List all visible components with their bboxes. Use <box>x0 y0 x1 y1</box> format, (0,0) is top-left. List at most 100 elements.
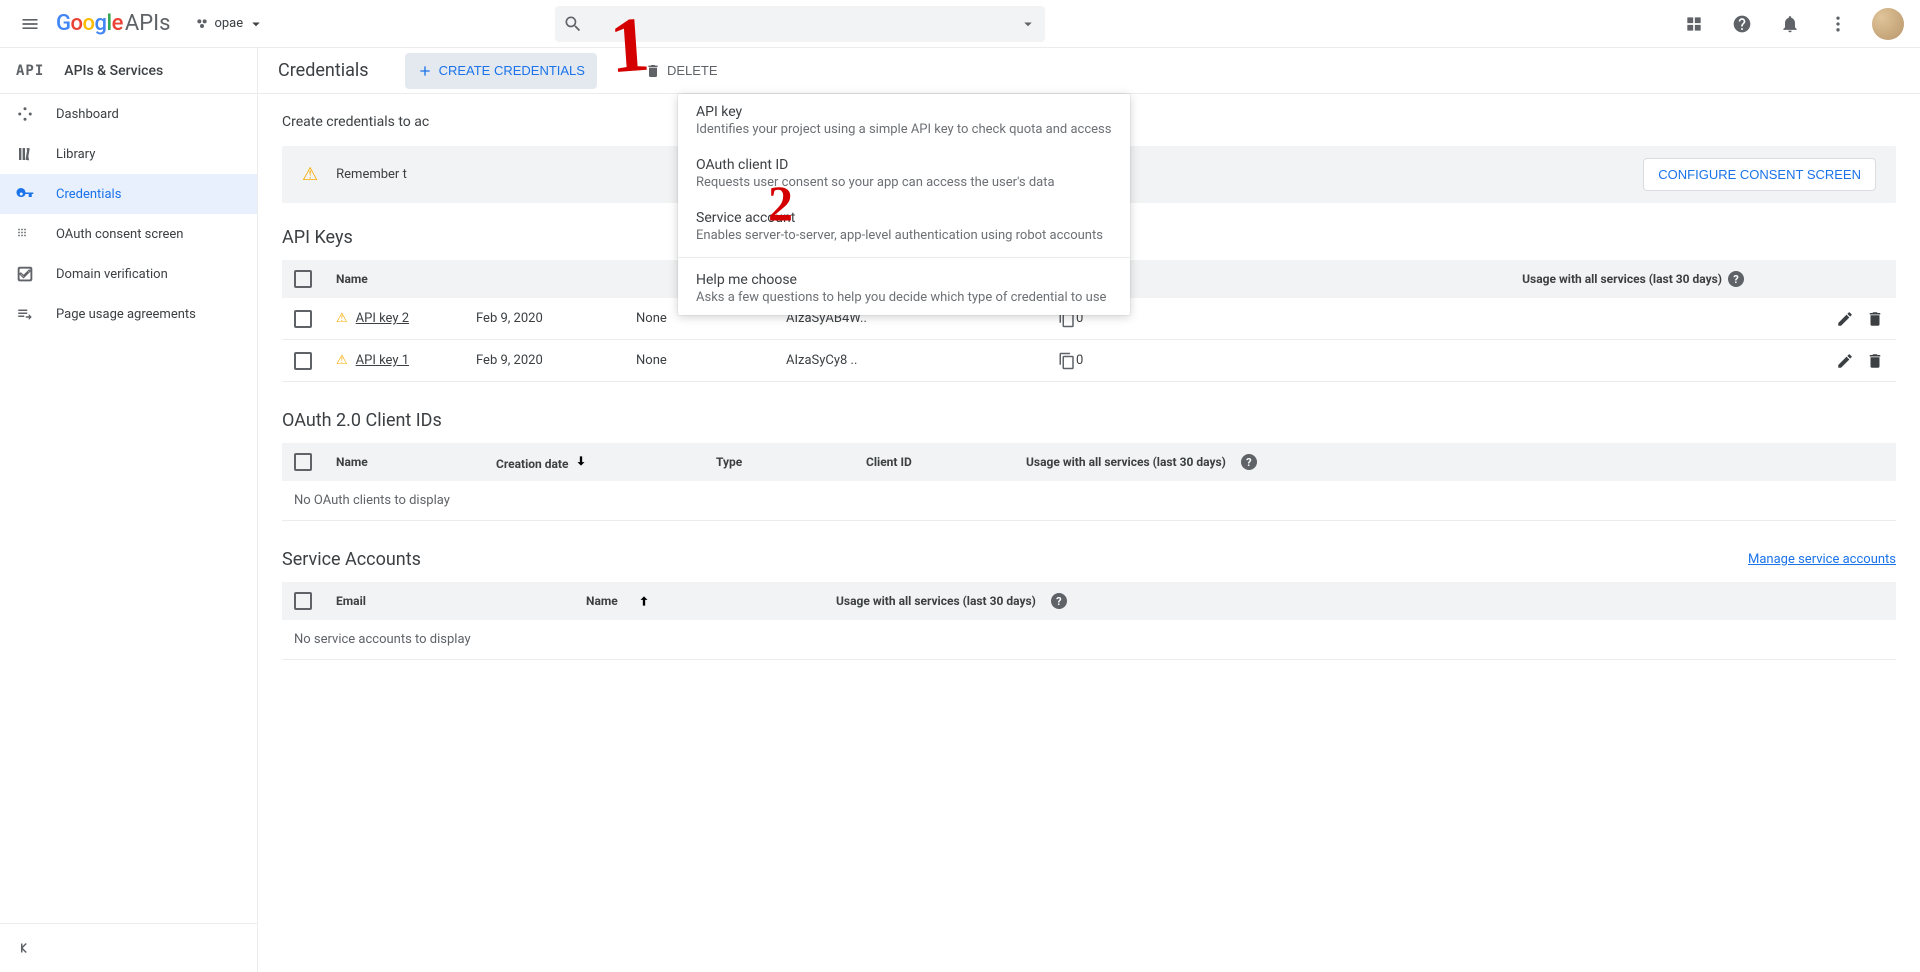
dropdown-arrow-icon <box>247 15 265 33</box>
api-key-usage: 0 <box>1076 353 1083 368</box>
api-key-date: Feb 9, 2020 <box>476 311 636 326</box>
col-email-header[interactable]: Email <box>336 594 586 608</box>
sidebar-item-dashboard[interactable]: Dashboard <box>0 94 257 134</box>
sidebar-title[interactable]: API APIs & Services <box>0 48 257 94</box>
create-credentials-dropdown: API key Identifies your project using a … <box>678 94 1130 315</box>
dropdown-item-desc: Enables server-to-server, app-level auth… <box>696 228 1112 243</box>
sidebar-item-label: Domain verification <box>56 267 168 282</box>
dropdown-item-service-account[interactable]: Service account Enables server-to-server… <box>678 200 1130 253</box>
row-checkbox[interactable] <box>294 352 312 370</box>
help-tooltip-icon[interactable]: ? <box>1241 454 1257 470</box>
sidebar-item-credentials[interactable]: Credentials <box>0 174 257 214</box>
api-key-name-link[interactable]: API key 1 <box>356 353 409 368</box>
verified-icon <box>16 265 34 283</box>
dropdown-item-title: OAuth client ID <box>696 157 1112 173</box>
help-tooltip-icon[interactable]: ? <box>1051 593 1067 609</box>
gift-button[interactable] <box>1672 2 1716 46</box>
google-wordmark: Google <box>56 11 123 36</box>
api-key-value: AIzaSyCy8 .. <box>786 353 857 368</box>
col-name-header[interactable]: Name <box>586 594 836 608</box>
api-key-date: Feb 9, 2020 <box>476 353 636 368</box>
sidebar-item-label: Credentials <box>56 187 121 202</box>
delete-icon[interactable] <box>1866 352 1884 370</box>
arrow-up-icon <box>637 594 651 608</box>
dashboard-icon <box>16 105 34 123</box>
api-logo-icon: API <box>16 63 44 79</box>
col-usage-header[interactable]: Usage with all services (last 30 days) ? <box>1522 271 1884 287</box>
sidebar-footer <box>0 923 257 972</box>
svc-empty-row: No service accounts to display <box>282 620 1896 660</box>
edit-icon[interactable] <box>1836 352 1854 370</box>
sidebar-item-page-usage[interactable]: Page usage agreements <box>0 294 257 334</box>
select-all-checkbox[interactable] <box>294 453 312 471</box>
sidebar: API APIs & Services Dashboard Library Cr… <box>0 48 258 972</box>
delete-label: DELETE <box>667 63 718 78</box>
more-button[interactable] <box>1816 2 1860 46</box>
sidebar-item-label: Dashboard <box>56 107 119 122</box>
sidebar-item-oauth-consent[interactable]: OAuth consent screen <box>0 214 257 254</box>
page-title: Credentials <box>278 60 369 81</box>
search-input[interactable] <box>595 15 1019 32</box>
main-header: Credentials CREATE CREDENTIALS DELETE <box>258 48 1920 94</box>
oauth-table-header: Name Creation date Type Client ID Usage … <box>282 443 1896 481</box>
hamburger-menu-button[interactable] <box>8 2 52 46</box>
sidebar-title-text: APIs & Services <box>64 63 163 79</box>
row-checkbox[interactable] <box>294 310 312 328</box>
dropdown-item-help-me-choose[interactable]: Help me choose Asks a few questions to h… <box>678 262 1130 315</box>
trash-icon <box>645 63 661 79</box>
help-button[interactable] <box>1720 2 1764 46</box>
dropdown-item-api-key[interactable]: API key Identifies your project using a … <box>678 94 1130 147</box>
dropdown-item-oauth-client-id[interactable]: OAuth client ID Requests user consent so… <box>678 147 1130 200</box>
main: Credentials CREATE CREDENTIALS DELETE AP… <box>258 48 1920 972</box>
col-name-header[interactable]: Name <box>336 455 496 469</box>
project-selector[interactable]: opae <box>194 15 265 33</box>
manage-service-accounts-link[interactable]: Manage service accounts <box>1748 552 1896 567</box>
service-accounts-title: Service Accounts <box>282 549 421 570</box>
select-all-checkbox[interactable] <box>294 270 312 288</box>
hex-icon <box>194 16 210 32</box>
help-icon <box>1732 14 1752 34</box>
gift-icon <box>1684 14 1704 34</box>
sidebar-item-label: Page usage agreements <box>56 307 196 322</box>
project-name: opae <box>214 16 243 31</box>
col-type-header[interactable]: Type <box>716 455 866 469</box>
dropdown-item-desc: Requests user consent so your app can ac… <box>696 175 1112 190</box>
notifications-button[interactable] <box>1768 2 1812 46</box>
search-bar[interactable] <box>555 6 1045 42</box>
sidebar-item-domain-verification[interactable]: Domain verification <box>0 254 257 294</box>
collapse-sidebar-button[interactable] <box>8 932 40 964</box>
api-key-row: ⚠API key 1 Feb 9, 2020 None AIzaSyCy8 ..… <box>282 340 1896 382</box>
api-key-name-link[interactable]: API key 2 <box>356 311 409 326</box>
col-date-header[interactable]: Creation date <box>496 454 716 471</box>
select-all-checkbox[interactable] <box>294 592 312 610</box>
search-icon <box>563 14 583 34</box>
delete-icon[interactable] <box>1866 310 1884 328</box>
topbar-right <box>1672 2 1912 46</box>
dropdown-separator <box>678 257 1130 258</box>
create-credentials-button[interactable]: CREATE CREDENTIALS <box>405 53 597 89</box>
more-vert-icon <box>1828 14 1848 34</box>
google-apis-logo[interactable]: Google APIs <box>56 11 170 36</box>
chevron-left-icon <box>15 939 33 957</box>
copy-icon[interactable] <box>1058 352 1076 370</box>
user-avatar[interactable] <box>1872 8 1904 40</box>
bell-icon <box>1780 14 1800 34</box>
col-clientid-header[interactable]: Client ID <box>866 455 1026 469</box>
dropdown-item-desc: Asks a few questions to help you decide … <box>696 290 1112 305</box>
agreements-icon <box>16 305 34 323</box>
edit-icon[interactable] <box>1836 310 1854 328</box>
delete-button[interactable]: DELETE <box>633 53 730 89</box>
dropdown-item-desc: Identifies your project using a simple A… <box>696 122 1112 137</box>
dropdown-item-title: Service account <box>696 210 1112 226</box>
svc-table-header: Email Name Usage with all services (last… <box>282 582 1896 620</box>
menu-icon <box>20 14 40 34</box>
arrow-down-icon <box>574 454 588 468</box>
sidebar-item-library[interactable]: Library <box>0 134 257 174</box>
col-usage-header[interactable]: Usage with all services (last 30 days) ? <box>1026 454 1884 470</box>
help-tooltip-icon[interactable]: ? <box>1728 271 1744 287</box>
col-name-header[interactable]: Name <box>336 272 476 286</box>
sidebar-item-label: OAuth consent screen <box>56 227 183 242</box>
dropdown-arrow-icon[interactable] <box>1019 15 1037 33</box>
configure-consent-screen-button[interactable]: CONFIGURE CONSENT SCREEN <box>1643 158 1876 191</box>
col-usage-header[interactable]: Usage with all services (last 30 days) ? <box>836 593 1884 609</box>
